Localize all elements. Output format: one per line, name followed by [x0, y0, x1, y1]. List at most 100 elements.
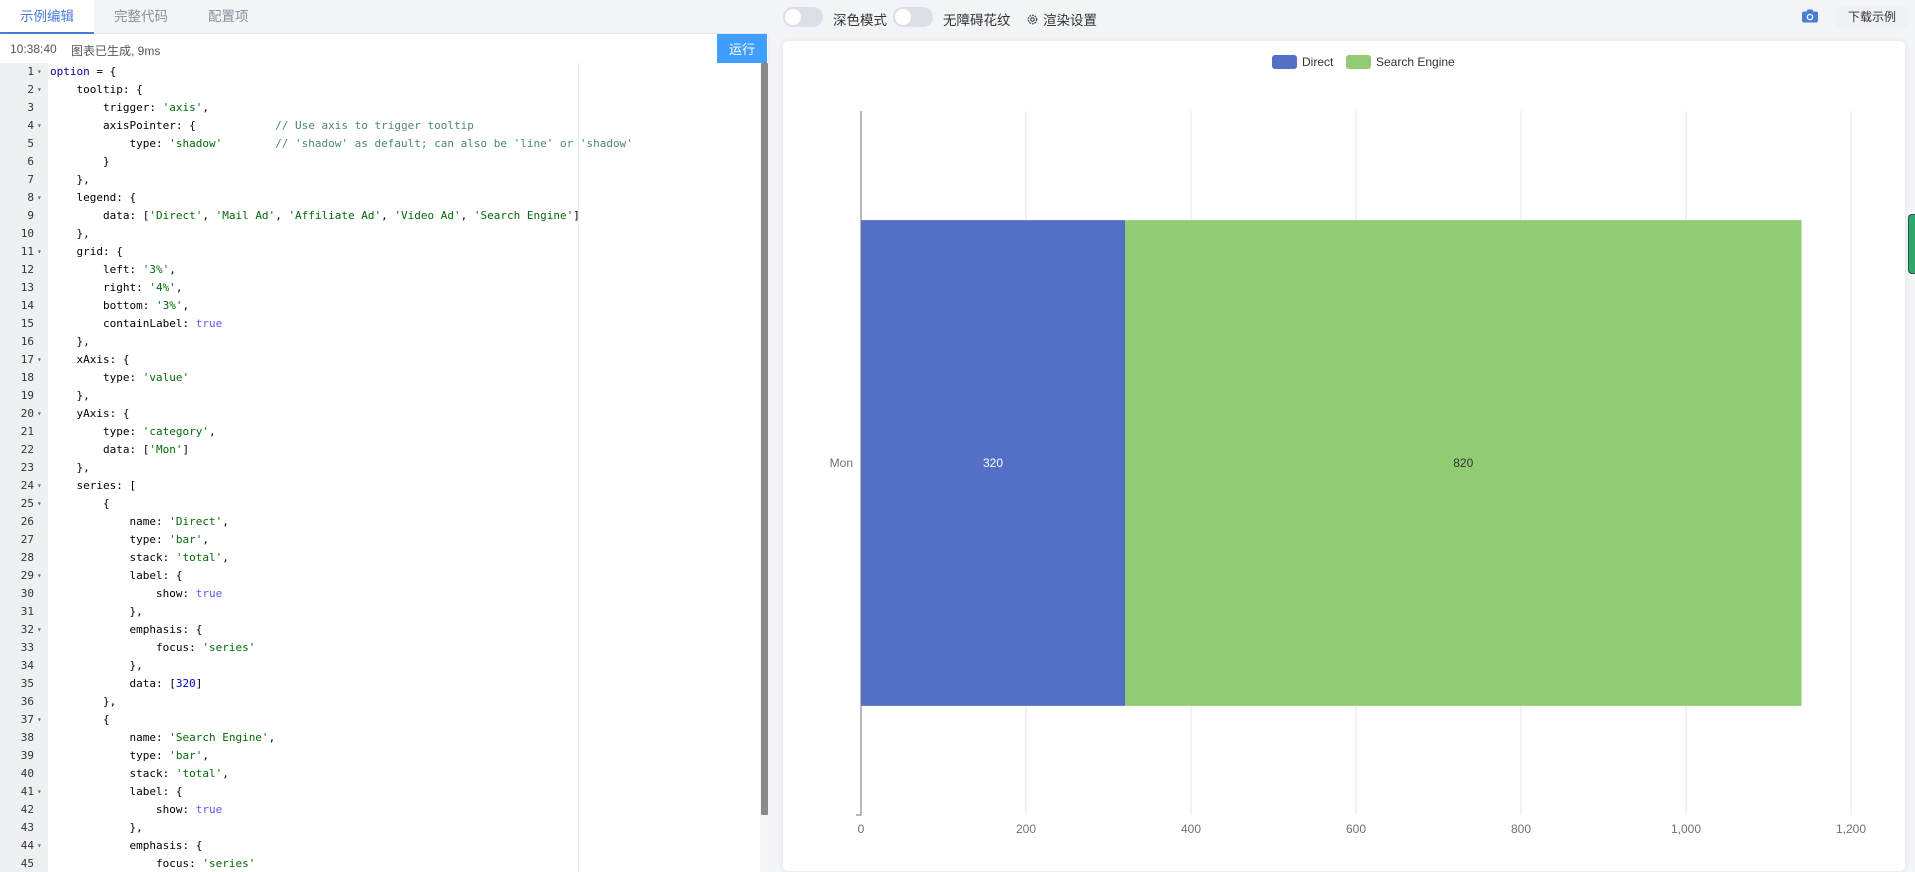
code-line[interactable]: 5 type: 'shadow' // 'shadow' as default;… [0, 135, 760, 153]
code-text: series: [ [50, 479, 137, 492]
code-line[interactable]: 4 ▾ axisPointer: { // Use axis to trigger… [0, 117, 760, 135]
code-line[interactable]: 8 ▾ legend: { [0, 189, 760, 207]
fold-arrow-icon[interactable]: ▾ [37, 189, 42, 207]
bar-value-label: 820 [1453, 456, 1473, 470]
camera-icon[interactable] [1801, 8, 1819, 24]
code-line[interactable]: 21 type: 'category', [0, 423, 760, 441]
code-line[interactable]: 38 name: 'Search Engine', [0, 729, 760, 747]
legend-swatch[interactable] [1272, 55, 1297, 69]
code-text: containLabel: true [50, 317, 223, 330]
editor-scrollbar-thumb[interactable] [761, 63, 768, 815]
line-number: 4 [27, 119, 34, 132]
code-line[interactable]: 18 type: 'value' [0, 369, 760, 387]
code-line[interactable]: 33 focus: 'series' [0, 639, 760, 657]
code-line[interactable]: 29 ▾ label: { [0, 567, 760, 585]
code-text: }, [50, 389, 90, 402]
code-line[interactable]: 43 }, [0, 819, 760, 837]
code-text: }, [50, 173, 90, 186]
code-line[interactable]: 27 type: 'bar', [0, 531, 760, 549]
fold-arrow-icon[interactable]: ▾ [37, 81, 42, 99]
code-line[interactable]: 44 ▾ emphasis: { [0, 837, 760, 855]
tab-options[interactable]: 配置项 [188, 0, 269, 34]
code-line[interactable]: 37 ▾ { [0, 711, 760, 729]
code-line[interactable]: 24 ▾ series: [ [0, 477, 760, 495]
echarts-example-editor: 示例编辑 完整代码 配置项 10:38:40 图表已生成, 9ms 运行 1 ▾ o… [0, 0, 1915, 872]
legend-swatch[interactable] [1346, 55, 1371, 69]
render-settings-button[interactable]: 渲染设置 [1026, 9, 1097, 29]
code-line[interactable]: 39 type: 'bar', [0, 747, 760, 765]
fold-arrow-icon[interactable]: ▾ [37, 405, 42, 423]
run-button[interactable]: 运行 [717, 34, 767, 63]
code-line[interactable]: 26 name: 'Direct', [0, 513, 760, 531]
decal-toggle[interactable] [893, 7, 933, 27]
fold-arrow-icon[interactable]: ▾ [37, 621, 42, 639]
status-bar: 10:38:40 图表已生成, 9ms [0, 34, 768, 63]
code-text: data: [320] [50, 677, 203, 690]
fold-arrow-icon[interactable]: ▾ [37, 837, 42, 855]
fold-arrow-icon[interactable]: ▾ [37, 783, 42, 801]
fold-arrow-icon[interactable]: ▾ [37, 351, 42, 369]
code-line[interactable]: 23 }, [0, 459, 760, 477]
line-number: 8 [27, 191, 34, 204]
code-line[interactable]: 13 right: '4%', [0, 279, 760, 297]
code-line[interactable]: 12 left: '3%', [0, 261, 760, 279]
line-number: 17 [20, 353, 34, 366]
code-line[interactable]: 1 ▾ option = { [0, 63, 760, 81]
code-text: }, [50, 605, 143, 618]
line-number: 20 [20, 407, 34, 420]
tab-example-edit[interactable]: 示例编辑 [0, 0, 94, 34]
code-line[interactable]: 10 }, [0, 225, 760, 243]
code-line[interactable]: 30 show: true [0, 585, 760, 603]
code-line[interactable]: 2 ▾ tooltip: { [0, 81, 760, 99]
fold-arrow-icon[interactable]: ▾ [37, 495, 42, 513]
code-text: xAxis: { [50, 353, 130, 366]
code-line[interactable]: 45 focus: 'series' [0, 855, 760, 872]
line-number: 24 [20, 479, 34, 492]
code-line[interactable]: 25 ▾ { [0, 495, 760, 513]
code-line[interactable]: 42 show: true [0, 801, 760, 819]
code-line[interactable]: 11 ▾ grid: { [0, 243, 760, 261]
editor-tabs: 示例编辑 完整代码 配置项 [0, 0, 768, 34]
side-drawer-handle[interactable] [1908, 214, 1915, 274]
code-editor[interactable]: 1 ▾ option = {2 ▾ tooltip: {3 trigger: 'axi… [0, 63, 768, 872]
fold-arrow-icon[interactable]: ▾ [37, 477, 42, 495]
code-line[interactable]: 41 ▾ label: { [0, 783, 760, 801]
fold-arrow-icon[interactable]: ▾ [37, 567, 42, 585]
legend-label[interactable]: Direct [1302, 55, 1334, 69]
code-text: type: 'shadow' // 'shadow' as default; c… [50, 137, 633, 150]
code-text: emphasis: { [50, 623, 203, 636]
code-line[interactable]: 20 ▾ yAxis: { [0, 405, 760, 423]
download-example-button[interactable]: 下载示例 [1836, 6, 1908, 28]
code-text: { [50, 497, 110, 510]
x-axis-tick-label: 400 [1181, 822, 1201, 836]
code-line[interactable]: 16 }, [0, 333, 760, 351]
code-text: show: true [50, 587, 223, 600]
code-line[interactable]: 9 data: ['Direct', 'Mail Ad', 'Affiliate… [0, 207, 760, 225]
code-line[interactable]: 28 stack: 'total', [0, 549, 760, 567]
code-text: show: true [50, 803, 223, 816]
code-line[interactable]: 40 stack: 'total', [0, 765, 760, 783]
code-line[interactable]: 36 }, [0, 693, 760, 711]
code-line[interactable]: 31 }, [0, 603, 760, 621]
code-line[interactable]: 19 }, [0, 387, 760, 405]
tab-full-code[interactable]: 完整代码 [94, 0, 188, 34]
code-line[interactable]: 35 data: [320] [0, 675, 760, 693]
code-line[interactable]: 3 trigger: 'axis', [0, 99, 760, 117]
code-line[interactable]: 7 }, [0, 171, 760, 189]
code-line[interactable]: 6 } [0, 153, 760, 171]
fold-arrow-icon[interactable]: ▾ [37, 243, 42, 261]
code-text: type: 'bar', [50, 749, 209, 762]
code-line[interactable]: 17 ▾ xAxis: { [0, 351, 760, 369]
fold-arrow-icon[interactable]: ▾ [37, 711, 42, 729]
legend-label[interactable]: Search Engine [1376, 55, 1455, 69]
code-line[interactable]: 14 bottom: '3%', [0, 297, 760, 315]
code-line[interactable]: 22 data: ['Mon'] [0, 441, 760, 459]
fold-arrow-icon[interactable]: ▾ [37, 117, 42, 135]
dark-mode-toggle[interactable] [783, 7, 823, 27]
fold-arrow-icon[interactable]: ▾ [37, 63, 42, 81]
status-time: 10:38:40 [10, 42, 57, 56]
code-line[interactable]: 32 ▾ emphasis: { [0, 621, 760, 639]
code-line[interactable]: 34 }, [0, 657, 760, 675]
code-line[interactable]: 15 containLabel: true [0, 315, 760, 333]
stacked-bar-chart[interactable]: 320 820 Mon 0 200 400 600 800 1,000 1,200 Direct Se… [783, 41, 1905, 871]
